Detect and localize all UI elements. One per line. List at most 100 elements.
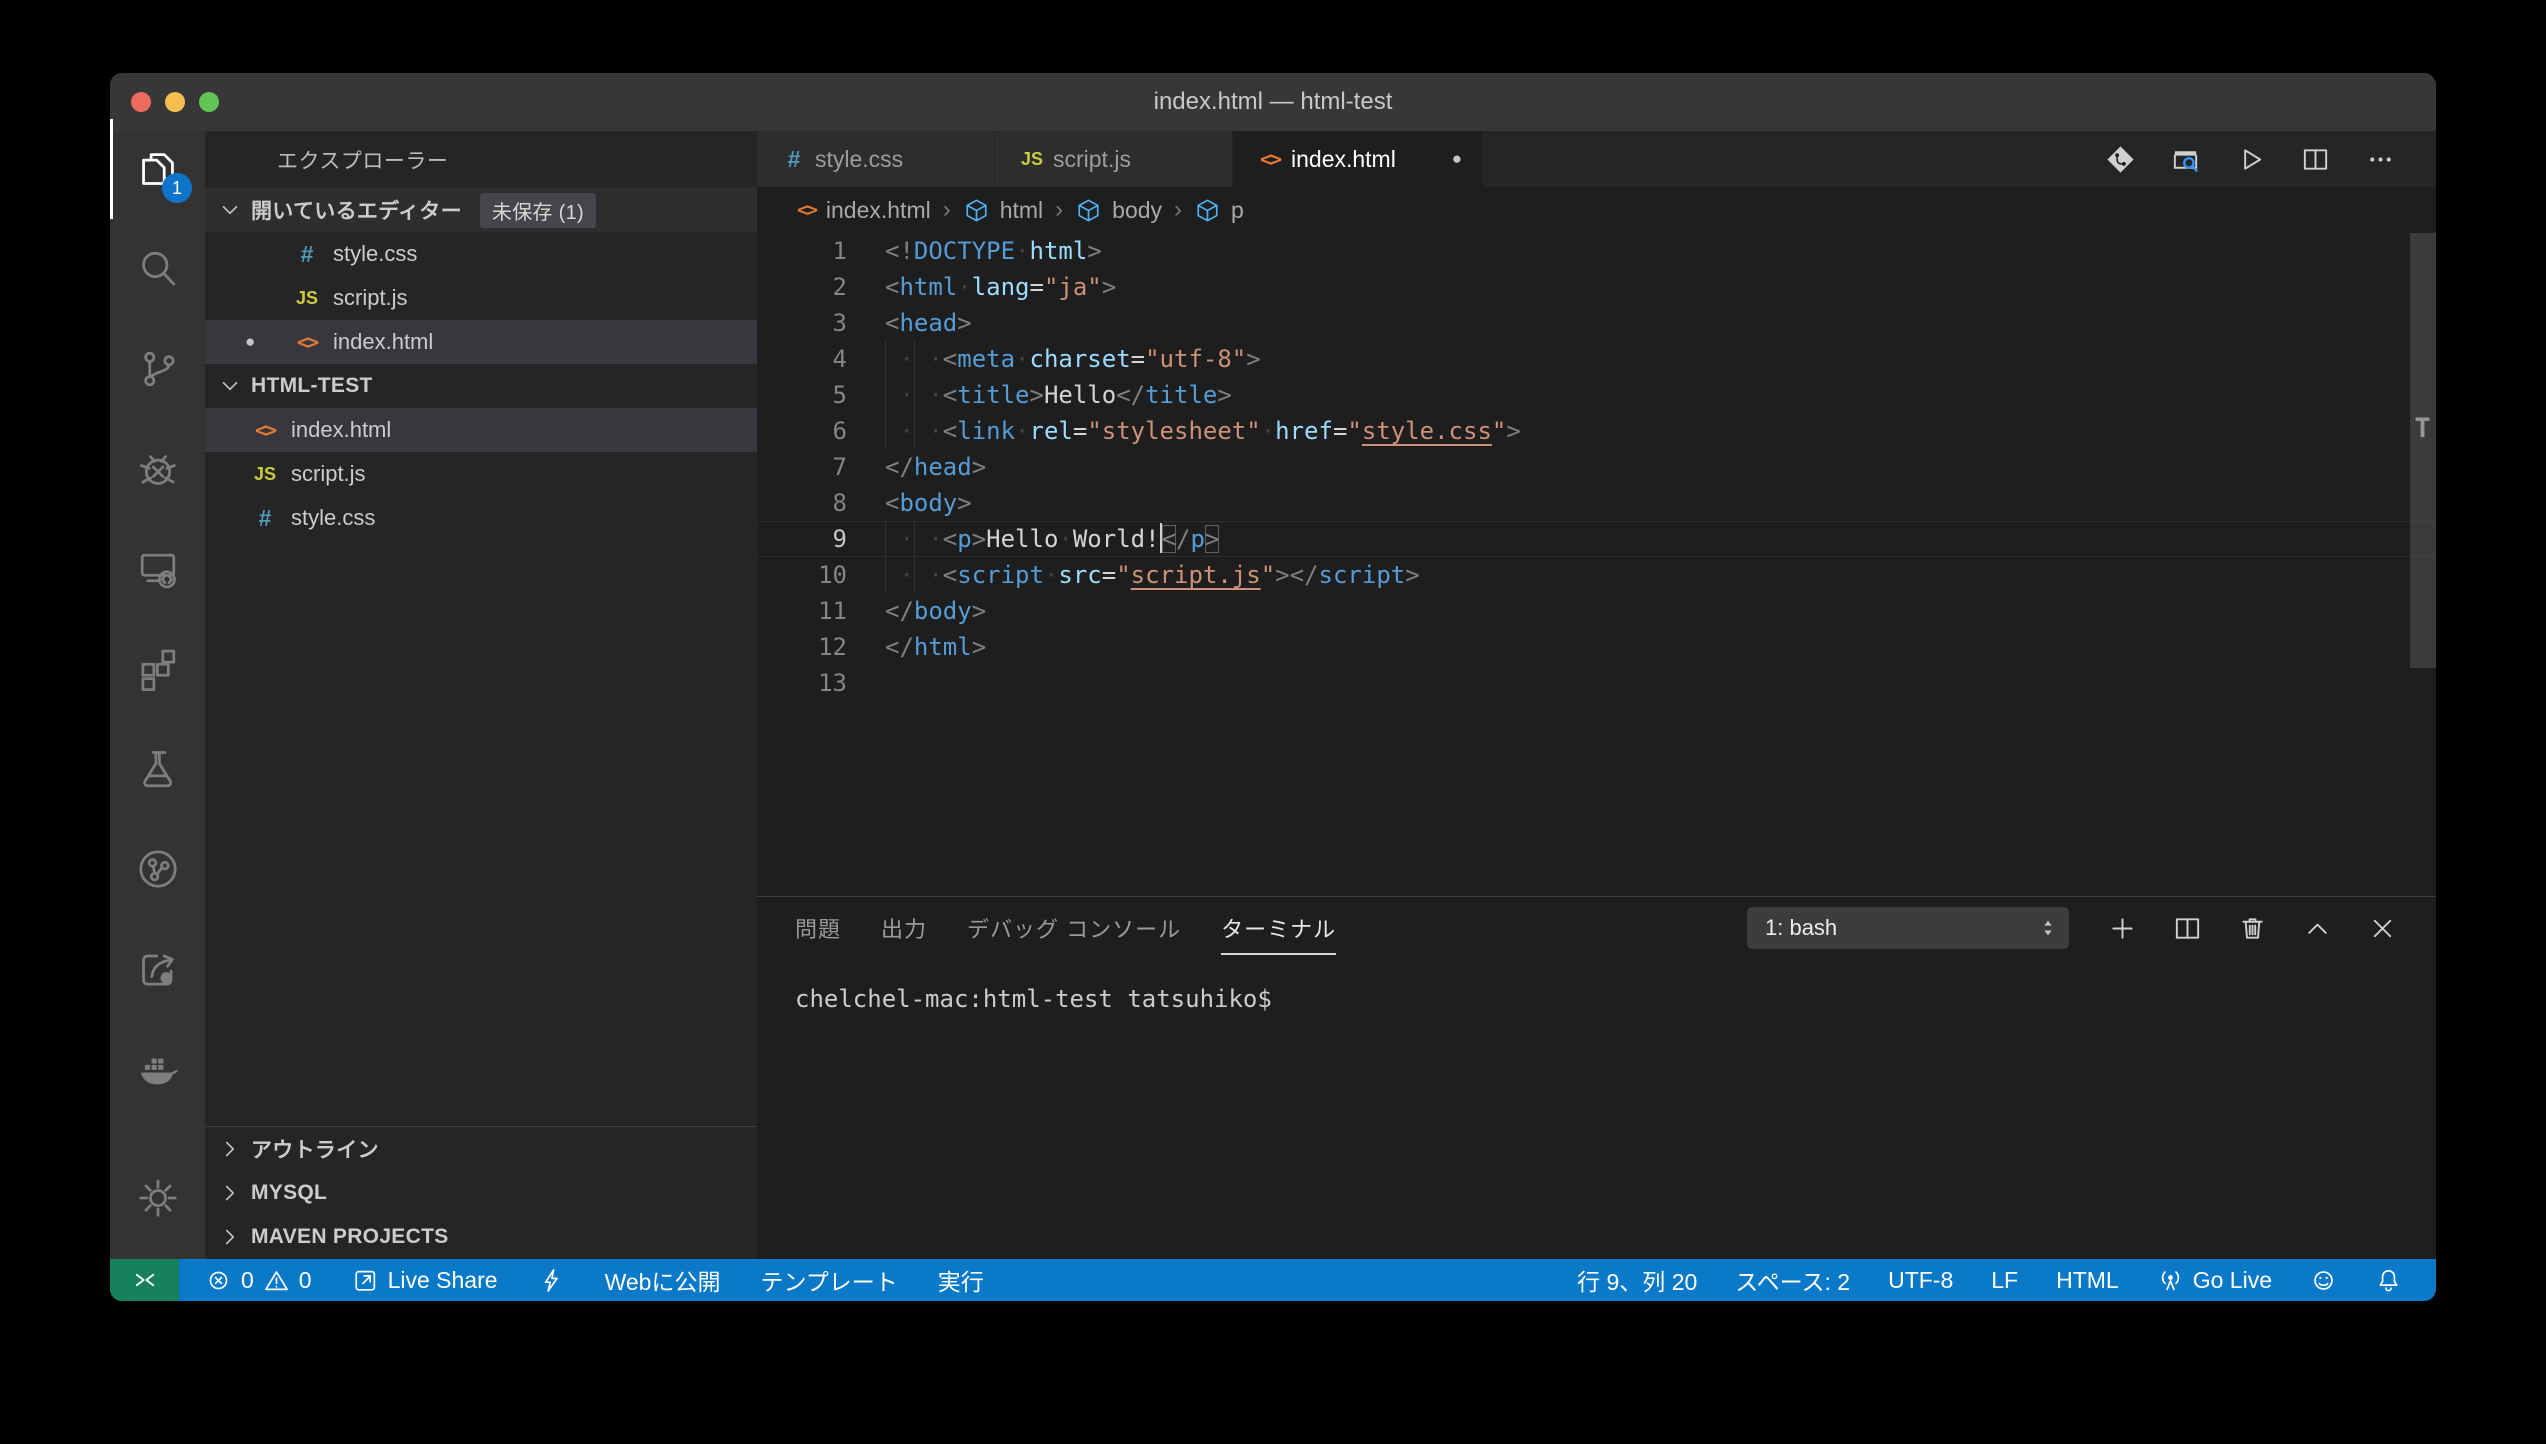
status-encoding[interactable]: UTF-8 [1888, 1267, 1953, 1294]
open-editor-index.html[interactable]: ●<>index.html [205, 320, 757, 364]
status-text: Webに公開 [605, 1263, 721, 1297]
file-index.html[interactable]: <>index.html [205, 408, 757, 452]
code-line-content: <body> [847, 485, 972, 521]
activity-git-graph[interactable] [110, 819, 205, 919]
folder-header[interactable]: HTML-TEST [205, 364, 757, 408]
code-line-content: · ·<script·src="script.js"></script> [847, 557, 1420, 593]
file-script.js[interactable]: JSscript.js [205, 452, 757, 496]
code-line-1[interactable]: 1<!DOCTYPE·html> [757, 233, 2436, 269]
close-panel-button[interactable] [2367, 913, 2398, 944]
run-file-button[interactable] [2235, 144, 2266, 175]
split-terminal-button[interactable] [2172, 913, 2203, 944]
code-line-8[interactable]: 8<body> [757, 485, 2436, 521]
status-text: HTML [2056, 1267, 2119, 1294]
status-cursor-position[interactable]: 行 9、列 20 [1577, 1263, 1697, 1297]
chevron-down-icon [217, 197, 243, 223]
activity-live-share[interactable] [110, 919, 205, 1019]
status-eol[interactable]: LF [1991, 1267, 2018, 1294]
activity-testing[interactable] [110, 719, 205, 819]
line-number: 5 [757, 377, 847, 413]
minimize-window-button[interactable] [165, 92, 185, 112]
status-feedback[interactable] [2310, 1267, 2337, 1294]
status-template[interactable]: テンプレート [760, 1263, 897, 1297]
split-editor-button[interactable] [2300, 144, 2331, 175]
code-line-11[interactable]: 11</body> [757, 593, 2436, 629]
activity-docker[interactable] [110, 1019, 205, 1119]
status-run[interactable]: 実行 [938, 1263, 984, 1297]
status-go-live[interactable]: Go Live [2157, 1267, 2272, 1294]
breadcrumb-segment[interactable]: p [1231, 197, 1244, 224]
status-quick-action-bolt[interactable] [538, 1267, 565, 1294]
open-editor-style.css[interactable]: #style.css [205, 232, 757, 276]
code-line-7[interactable]: 7</head> [757, 449, 2436, 485]
remote-indicator[interactable] [110, 1259, 179, 1301]
search-icon [136, 247, 180, 291]
close-window-button[interactable] [131, 92, 151, 112]
code-line-2[interactable]: 2<html·lang="ja"> [757, 269, 2436, 305]
explorer-sidebar: エクスプローラー 開いているエディター 未保存 (1) #style.cssJS… [205, 131, 757, 1259]
activity-source-control[interactable] [110, 319, 205, 419]
tab-style.css[interactable]: #style.css [757, 131, 995, 187]
modified-dot[interactable]: ● [1452, 149, 1462, 169]
panel-tab-terminal[interactable]: ターミナル [1221, 897, 1336, 959]
code-line-content: </html> [847, 629, 986, 665]
section-label: MAVEN PROJECTS [251, 1225, 449, 1249]
tab-index.html[interactable]: <>index.html● [1233, 131, 1483, 187]
line-number: 11 [757, 593, 847, 629]
breadcrumb-segment[interactable]: body [1112, 197, 1162, 224]
terminal-select[interactable]: 1: bash [1747, 907, 2069, 949]
new-terminal-button[interactable] [2107, 913, 2138, 944]
activity-extensions[interactable] [110, 619, 205, 719]
select-arrows-icon [2035, 915, 2061, 941]
section-maven-projects[interactable]: MAVEN PROJECTS [205, 1215, 757, 1259]
code-line-content: </head> [847, 449, 986, 485]
file-style.css[interactable]: #style.css [205, 496, 757, 540]
status-live-share[interactable]: Live Share [352, 1267, 498, 1294]
breadcrumb-file[interactable]: index.html [826, 197, 931, 224]
status-text: UTF-8 [1888, 1267, 1953, 1294]
section-label: MYSQL [251, 1181, 327, 1205]
activity-remote-explorer[interactable] [110, 519, 205, 619]
panel-tab-problems[interactable]: 問題 [795, 897, 841, 959]
activity-manage-button[interactable] [110, 1163, 205, 1233]
activity-run-and-debug[interactable] [110, 419, 205, 519]
status-text: LF [1991, 1267, 2018, 1294]
code-line-5[interactable]: 5 · ·<title>Hello</title> [757, 377, 2436, 413]
breadcrumb-segment[interactable]: html [1000, 197, 1043, 224]
code-line-6[interactable]: 6 · ·<link·rel="stylesheet"·href="style.… [757, 413, 2436, 449]
code-line-12[interactable]: 12</html> [757, 629, 2436, 665]
more-actions-button[interactable] [2365, 144, 2396, 175]
activity-explorer[interactable]: 1 [110, 119, 205, 219]
panel-tab-debug-console[interactable]: デバッグ コンソール [967, 897, 1181, 959]
open-editors-header[interactable]: 開いているエディター 未保存 (1) [205, 188, 757, 232]
open-preview-button[interactable] [2170, 144, 2201, 175]
status-language-mode[interactable]: HTML [2056, 1267, 2119, 1294]
status-publish-to-web[interactable]: Webに公開 [605, 1263, 721, 1297]
code-line-3[interactable]: 3<head> [757, 305, 2436, 341]
status-notifications[interactable] [2375, 1267, 2402, 1294]
panel-tab-output[interactable]: 出力 [881, 897, 927, 959]
maximize-panel-button[interactable] [2302, 913, 2333, 944]
status-text: テンプレート [760, 1263, 897, 1297]
code-editor[interactable]: 1<!DOCTYPE·html>2<html·lang="ja">3<head>… [757, 233, 2436, 896]
status-problems[interactable]: 00 [205, 1267, 312, 1294]
section-outline[interactable]: アウトライン [205, 1127, 757, 1171]
tab-script.js[interactable]: JSscript.js [995, 131, 1233, 187]
code-line-content: · ·<p>Hello·World!</p> [847, 521, 1219, 557]
terminal[interactable]: chelchel-mac:html-test tatsuhiko$ [757, 959, 2436, 1259]
status-indentation[interactable]: スペース: 2 [1735, 1263, 1850, 1297]
code-line-4[interactable]: 4 · ·<meta·charset="utf-8"> [757, 341, 2436, 377]
zoom-window-button[interactable] [199, 92, 219, 112]
code-line-9[interactable]: 9 · ·<p>Hello·World!</p> [757, 521, 2436, 557]
section-mysql[interactable]: MYSQL [205, 1171, 757, 1215]
code-line-13[interactable]: 13 [757, 665, 2436, 701]
kill-terminal-button[interactable] [2237, 913, 2268, 944]
code-line-10[interactable]: 10 · ·<script·src="script.js"></script> [757, 557, 2436, 593]
titlebar[interactable]: index.html — html-test [110, 73, 2436, 131]
extensions-icon [136, 647, 180, 691]
activity-search[interactable] [110, 219, 205, 319]
open-changes-button[interactable] [2105, 144, 2136, 175]
open-editor-script.js[interactable]: JSscript.js [205, 276, 757, 320]
editor-scrollbar[interactable] [2410, 233, 2436, 668]
code-line-content: <html·lang="ja"> [847, 269, 1116, 305]
